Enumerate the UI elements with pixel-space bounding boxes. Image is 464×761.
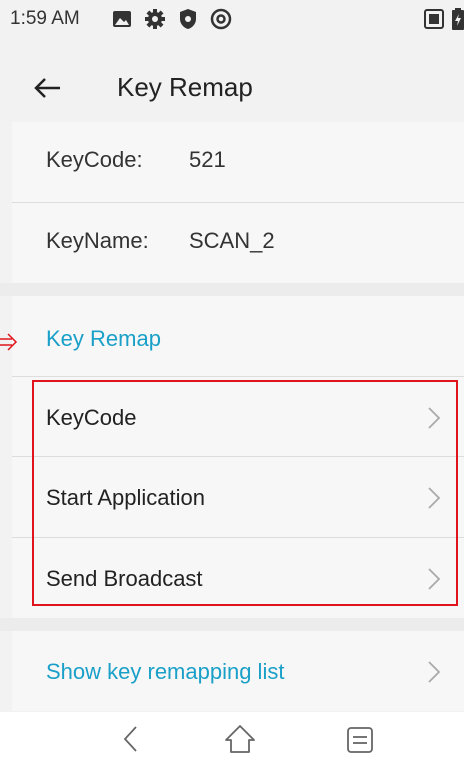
section-gap	[0, 618, 464, 631]
section-gap	[0, 283, 464, 296]
battery-icon	[452, 8, 464, 30]
gear-icon	[145, 9, 165, 29]
screen: 1:59 AM Key Remap KeyCode: 521 KeyName: …	[0, 0, 464, 761]
status-icons	[112, 8, 232, 30]
chevron-right-icon	[428, 487, 441, 509]
status-time: 1:59 AM	[10, 8, 80, 29]
start-application-label: Start Application	[46, 485, 205, 510]
chevron-right-icon	[428, 407, 441, 429]
system-navigation-bar	[0, 712, 464, 761]
section-title: Key Remap	[46, 326, 161, 351]
keycode-option-label: KeyCode	[46, 405, 137, 430]
send-broadcast-option[interactable]: Send Broadcast	[12, 538, 464, 618]
nav-back-icon[interactable]	[112, 722, 152, 756]
keycode-value: 521	[189, 147, 226, 172]
sim-icon	[424, 9, 444, 29]
app-bar: Key Remap	[0, 36, 464, 136]
chevron-right-icon	[428, 568, 441, 590]
start-application-option[interactable]: Start Application	[12, 457, 464, 537]
arrow-right-icon	[0, 333, 18, 351]
shield-icon	[180, 9, 196, 29]
status-right-icons	[424, 8, 464, 30]
send-broadcast-label: Send Broadcast	[46, 566, 203, 591]
show-key-remapping-list-link[interactable]: Show key remapping list	[12, 631, 464, 711]
keyname-value: SCAN_2	[189, 228, 275, 253]
key-remap-section-header: Key Remap	[12, 296, 464, 376]
image-icon	[113, 11, 131, 27]
nav-menu-icon[interactable]	[340, 722, 380, 756]
keyname-info-row: KeyName: SCAN_2	[12, 203, 464, 283]
status-bar: 1:59 AM	[0, 0, 464, 36]
show-key-remapping-list-label: Show key remapping list	[46, 659, 285, 684]
chevron-right-icon	[428, 661, 441, 683]
at-sign-icon	[210, 8, 232, 30]
back-arrow-icon[interactable]	[28, 68, 68, 108]
nav-home-icon[interactable]	[220, 722, 260, 756]
keycode-info-row: KeyCode: 521	[12, 122, 464, 202]
keycode-option[interactable]: KeyCode	[12, 377, 464, 457]
page-title: Key Remap	[117, 72, 253, 102]
keyname-label: KeyName:	[46, 228, 149, 253]
keycode-label: KeyCode:	[46, 147, 143, 172]
